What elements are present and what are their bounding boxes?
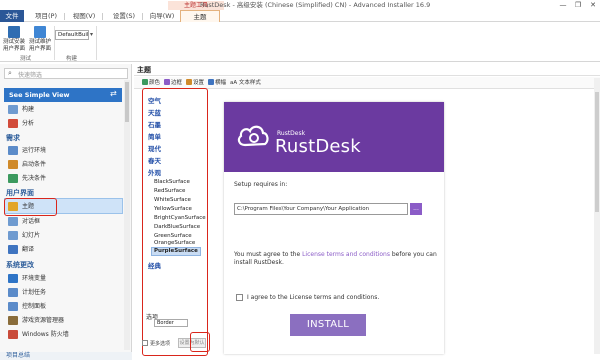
license-agreement-text: You must agree to the License terms and …	[234, 251, 444, 267]
sidebar-item-scheduled-tasks[interactable]: 计划任务	[22, 288, 46, 297]
browse-button[interactable]: ...	[410, 203, 422, 215]
borders-label: 边框	[171, 80, 183, 86]
section-user-interface: 用户界面	[6, 189, 34, 197]
swap-icon: ⇄	[110, 89, 117, 98]
sidebar-item-dialogs[interactable]: 对话框	[22, 217, 40, 226]
game-explorer-icon	[8, 316, 18, 325]
banner-button[interactable]: 横幅	[208, 79, 226, 87]
more-options-label: 更多选项	[150, 341, 171, 347]
search-placeholder: 快速筛选	[18, 72, 43, 79]
window-title: RustDesk - 高级安装 (Chinese (Simplified) CN…	[200, 1, 431, 9]
tab-theme[interactable]: 主题	[180, 10, 220, 22]
slideshow-icon	[8, 231, 18, 240]
borders-button[interactable]: 边框	[164, 79, 182, 87]
minimize-button[interactable]: —	[556, 0, 570, 10]
control-panel-icon	[8, 302, 18, 311]
chevron-down-icon[interactable]: ▾	[90, 31, 93, 38]
search-icon: ⌕	[8, 69, 12, 77]
colors-button[interactable]: 颜色	[142, 79, 160, 87]
right-scrollbar-thumb[interactable]	[595, 92, 599, 212]
simple-view-button[interactable]: See Simple View	[4, 88, 122, 102]
sidebar-item-prerequisites[interactable]: 先决条件	[22, 174, 46, 183]
build-select[interactable]: DefaultBuild	[55, 30, 89, 40]
group-separator	[96, 26, 97, 60]
agree-prefix: You must agree to the	[234, 251, 303, 258]
launch-conditions-icon	[8, 160, 18, 169]
more-options-checkbox[interactable]	[142, 340, 148, 346]
dialogs-icon	[8, 217, 18, 226]
sidebar-item-env-vars[interactable]: 环境变量	[22, 274, 46, 283]
rustdesk-logo-icon	[237, 125, 269, 147]
gear-icon	[186, 79, 192, 85]
settings-label: 设置	[193, 80, 205, 86]
setup-requires-label: Setup requires in:	[234, 181, 288, 188]
group-label-test: 测试	[20, 56, 32, 62]
close-button[interactable]: ✕	[586, 0, 600, 10]
sidebar-item-firewall[interactable]: Windows 防火墙	[22, 330, 69, 339]
license-checkbox-label: I agree to the License terms and conditi…	[247, 294, 380, 301]
border-icon	[164, 79, 170, 85]
tab-settings[interactable]: 设置(S)	[108, 10, 140, 22]
annotation-box-set-default	[190, 332, 210, 352]
sidebar-item-game-explorer[interactable]: 游戏资源管理器	[22, 316, 64, 325]
env-vars-icon	[8, 274, 18, 283]
firewall-icon	[8, 330, 18, 339]
annotation-box-theme	[4, 198, 57, 216]
prerequisites-icon	[8, 174, 18, 183]
sidebar-item-analyze[interactable]: 分析	[22, 119, 34, 128]
banner-label: 横幅	[215, 80, 227, 86]
tab-wizard[interactable]: 向导(W)	[146, 10, 178, 22]
maximize-button[interactable]: ❐	[571, 0, 585, 10]
tab-separator	[102, 13, 103, 20]
build-icon	[8, 105, 18, 114]
options-select[interactable]: Border	[154, 319, 188, 327]
sidebar-item-slideshow[interactable]: 幻灯片	[22, 231, 40, 240]
left-scrollbar-thumb[interactable]	[125, 82, 129, 122]
group-label-build: 构建	[66, 56, 78, 62]
page-title: 主题	[134, 64, 600, 76]
tab-separator	[142, 13, 143, 20]
brand-title: RustDesk	[275, 136, 361, 157]
tab-file[interactable]: 文件	[0, 10, 24, 22]
settings-button[interactable]: 设置	[186, 79, 204, 87]
ribbon	[0, 22, 600, 62]
sidebar-item-runtime[interactable]: 运行环境	[22, 146, 46, 155]
sidebar-item-translations[interactable]: 翻译	[22, 245, 34, 254]
install-button[interactable]: INSTALL	[290, 314, 366, 336]
tab-view[interactable]: 视图(V)	[68, 10, 100, 22]
tab-project[interactable]: 项目(P)	[30, 10, 62, 22]
banner-icon	[208, 79, 214, 85]
palette-icon	[142, 79, 148, 85]
runtime-icon	[8, 146, 18, 155]
license-link[interactable]: License terms and conditions	[302, 251, 390, 258]
translations-icon	[8, 245, 18, 254]
scheduled-tasks-icon	[8, 288, 18, 297]
analyze-icon	[8, 119, 18, 128]
install-path-field[interactable]: C:\Program Files\Your Company\Your Appli…	[234, 203, 408, 215]
sidebar-item-launch-conditions[interactable]: 启动条件	[22, 160, 46, 169]
test-install-ui-button[interactable]: 测试安装 用户界面	[0, 39, 28, 52]
test-install-ui-icon	[8, 26, 20, 38]
project-summary-link[interactable]: 项目总结	[0, 352, 132, 360]
sidebar-item-control-panel[interactable]: 控制面板	[22, 302, 46, 311]
colors-label: 颜色	[149, 80, 161, 86]
test-maintenance-ui-icon	[34, 26, 46, 38]
section-requirements: 需求	[6, 134, 20, 142]
section-system-changes: 系统更改	[6, 261, 34, 269]
tab-separator	[64, 13, 65, 20]
group-separator	[54, 26, 55, 60]
license-checkbox[interactable]	[236, 294, 243, 301]
test-maintenance-ui-button[interactable]: 测试维护 用户界面	[26, 39, 54, 52]
text-style-button[interactable]: aA 文本样式	[230, 79, 261, 87]
sidebar-item-build[interactable]: 构建	[22, 105, 34, 114]
